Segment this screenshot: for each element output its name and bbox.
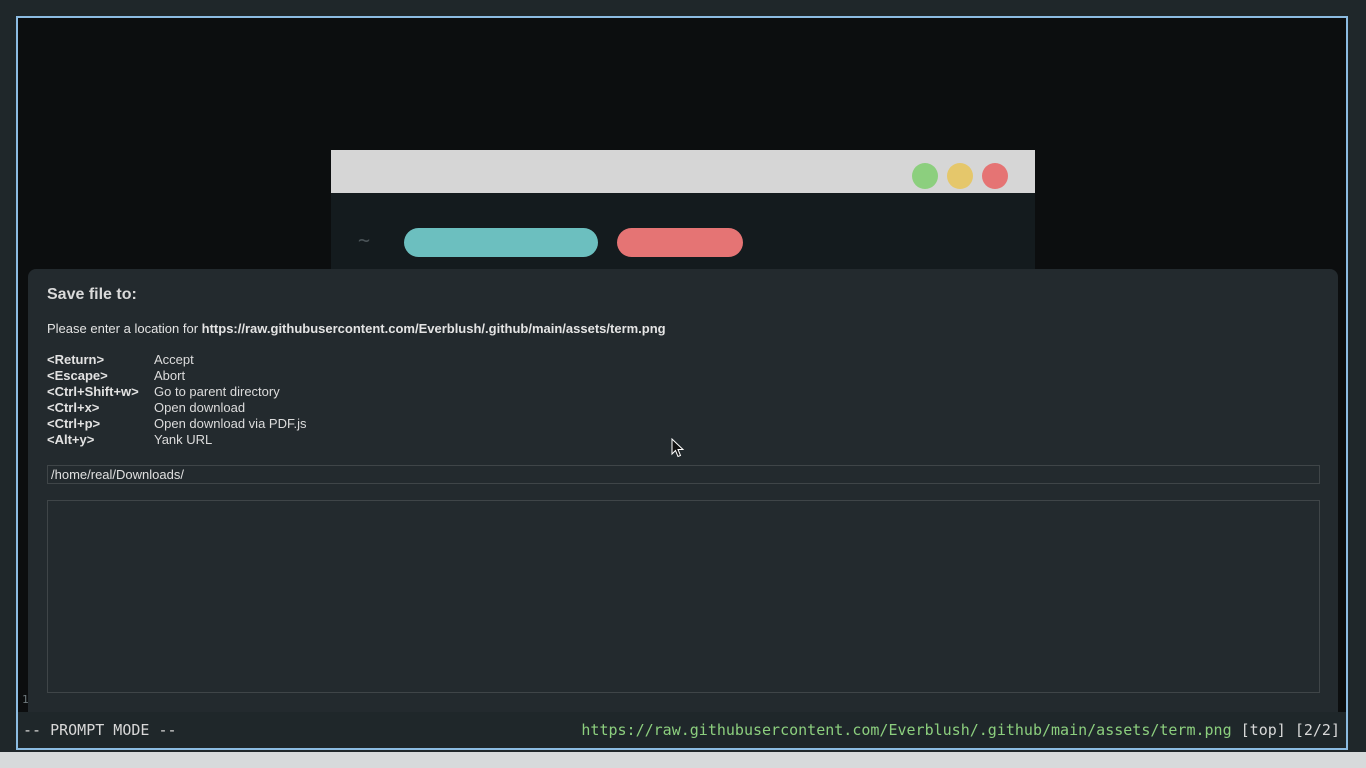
image-red-pill (617, 228, 743, 257)
prompt-message: Please enter a location for https://raw.… (47, 321, 666, 336)
save-path-input[interactable] (47, 465, 1320, 484)
browser-window: ~ Save file to: Please enter a location … (16, 16, 1348, 750)
path-completion-list[interactable] (47, 500, 1320, 693)
status-url[interactable]: https://raw.githubusercontent.com/Everbl… (581, 721, 1231, 739)
image-prompt-symbol: ~ (358, 228, 371, 252)
image-teal-pill (404, 228, 598, 257)
key-hint-row: <Escape> Abort (47, 368, 306, 384)
key-hint-key: <Ctrl+Shift+w> (47, 384, 139, 399)
key-hint-row: <Ctrl+p> Open download via PDF.js (47, 416, 306, 432)
key-hint-action: Open download (154, 400, 246, 415)
key-hint-row: <Ctrl+Shift+w> Go to parent directory (47, 384, 306, 400)
key-hint-row: <Return> Accept (47, 352, 306, 368)
key-hint-action: Abort (154, 368, 186, 383)
red-dot-icon (982, 163, 1008, 189)
prompt-message-prefix: Please enter a location for (47, 321, 202, 336)
key-hint-key: <Ctrl+x> (47, 400, 100, 415)
yellow-dot-icon (947, 163, 973, 189)
key-hint-row: <Ctrl+x> Open download (47, 400, 306, 416)
key-hint-row: <Alt+y> Yank URL (47, 432, 306, 448)
green-dot-icon (912, 163, 938, 189)
save-file-prompt: Save file to: Please enter a location fo… (28, 269, 1338, 712)
key-hint-action: Accept (154, 352, 194, 367)
key-hint-action: Yank URL (154, 432, 213, 447)
prompt-title: Save file to: (47, 286, 137, 303)
scroll-indicator: [top] (1240, 721, 1286, 739)
mode-indicator: -- PROMPT MODE -- (23, 721, 177, 739)
key-hints: <Return> Accept <Escape> Abort <Ctrl+Shift+w… (47, 352, 306, 448)
key-hint-action: Go to parent directory (154, 384, 280, 399)
statusbar: -- PROMPT MODE -- https://raw.githubuser… (18, 712, 1346, 748)
key-hint-key: <Alt+y> (47, 432, 95, 447)
key-hint-key: <Ctrl+p> (47, 416, 101, 431)
desktop-bottom-strip (0, 752, 1366, 768)
status-right: https://raw.githubusercontent.com/Everbl… (581, 712, 1340, 748)
line-gutter: 1 (22, 693, 29, 706)
key-hint-key: <Escape> (47, 368, 108, 383)
prompt-message-url: https://raw.githubusercontent.com/Everbl… (201, 321, 666, 336)
key-hint-action: Open download via PDF.js (154, 416, 307, 431)
key-hint-key: <Return> (47, 352, 105, 367)
tab-indicator: [2/2] (1294, 721, 1340, 739)
image-titlebar (331, 150, 1035, 193)
page-image: ~ (331, 150, 1035, 270)
